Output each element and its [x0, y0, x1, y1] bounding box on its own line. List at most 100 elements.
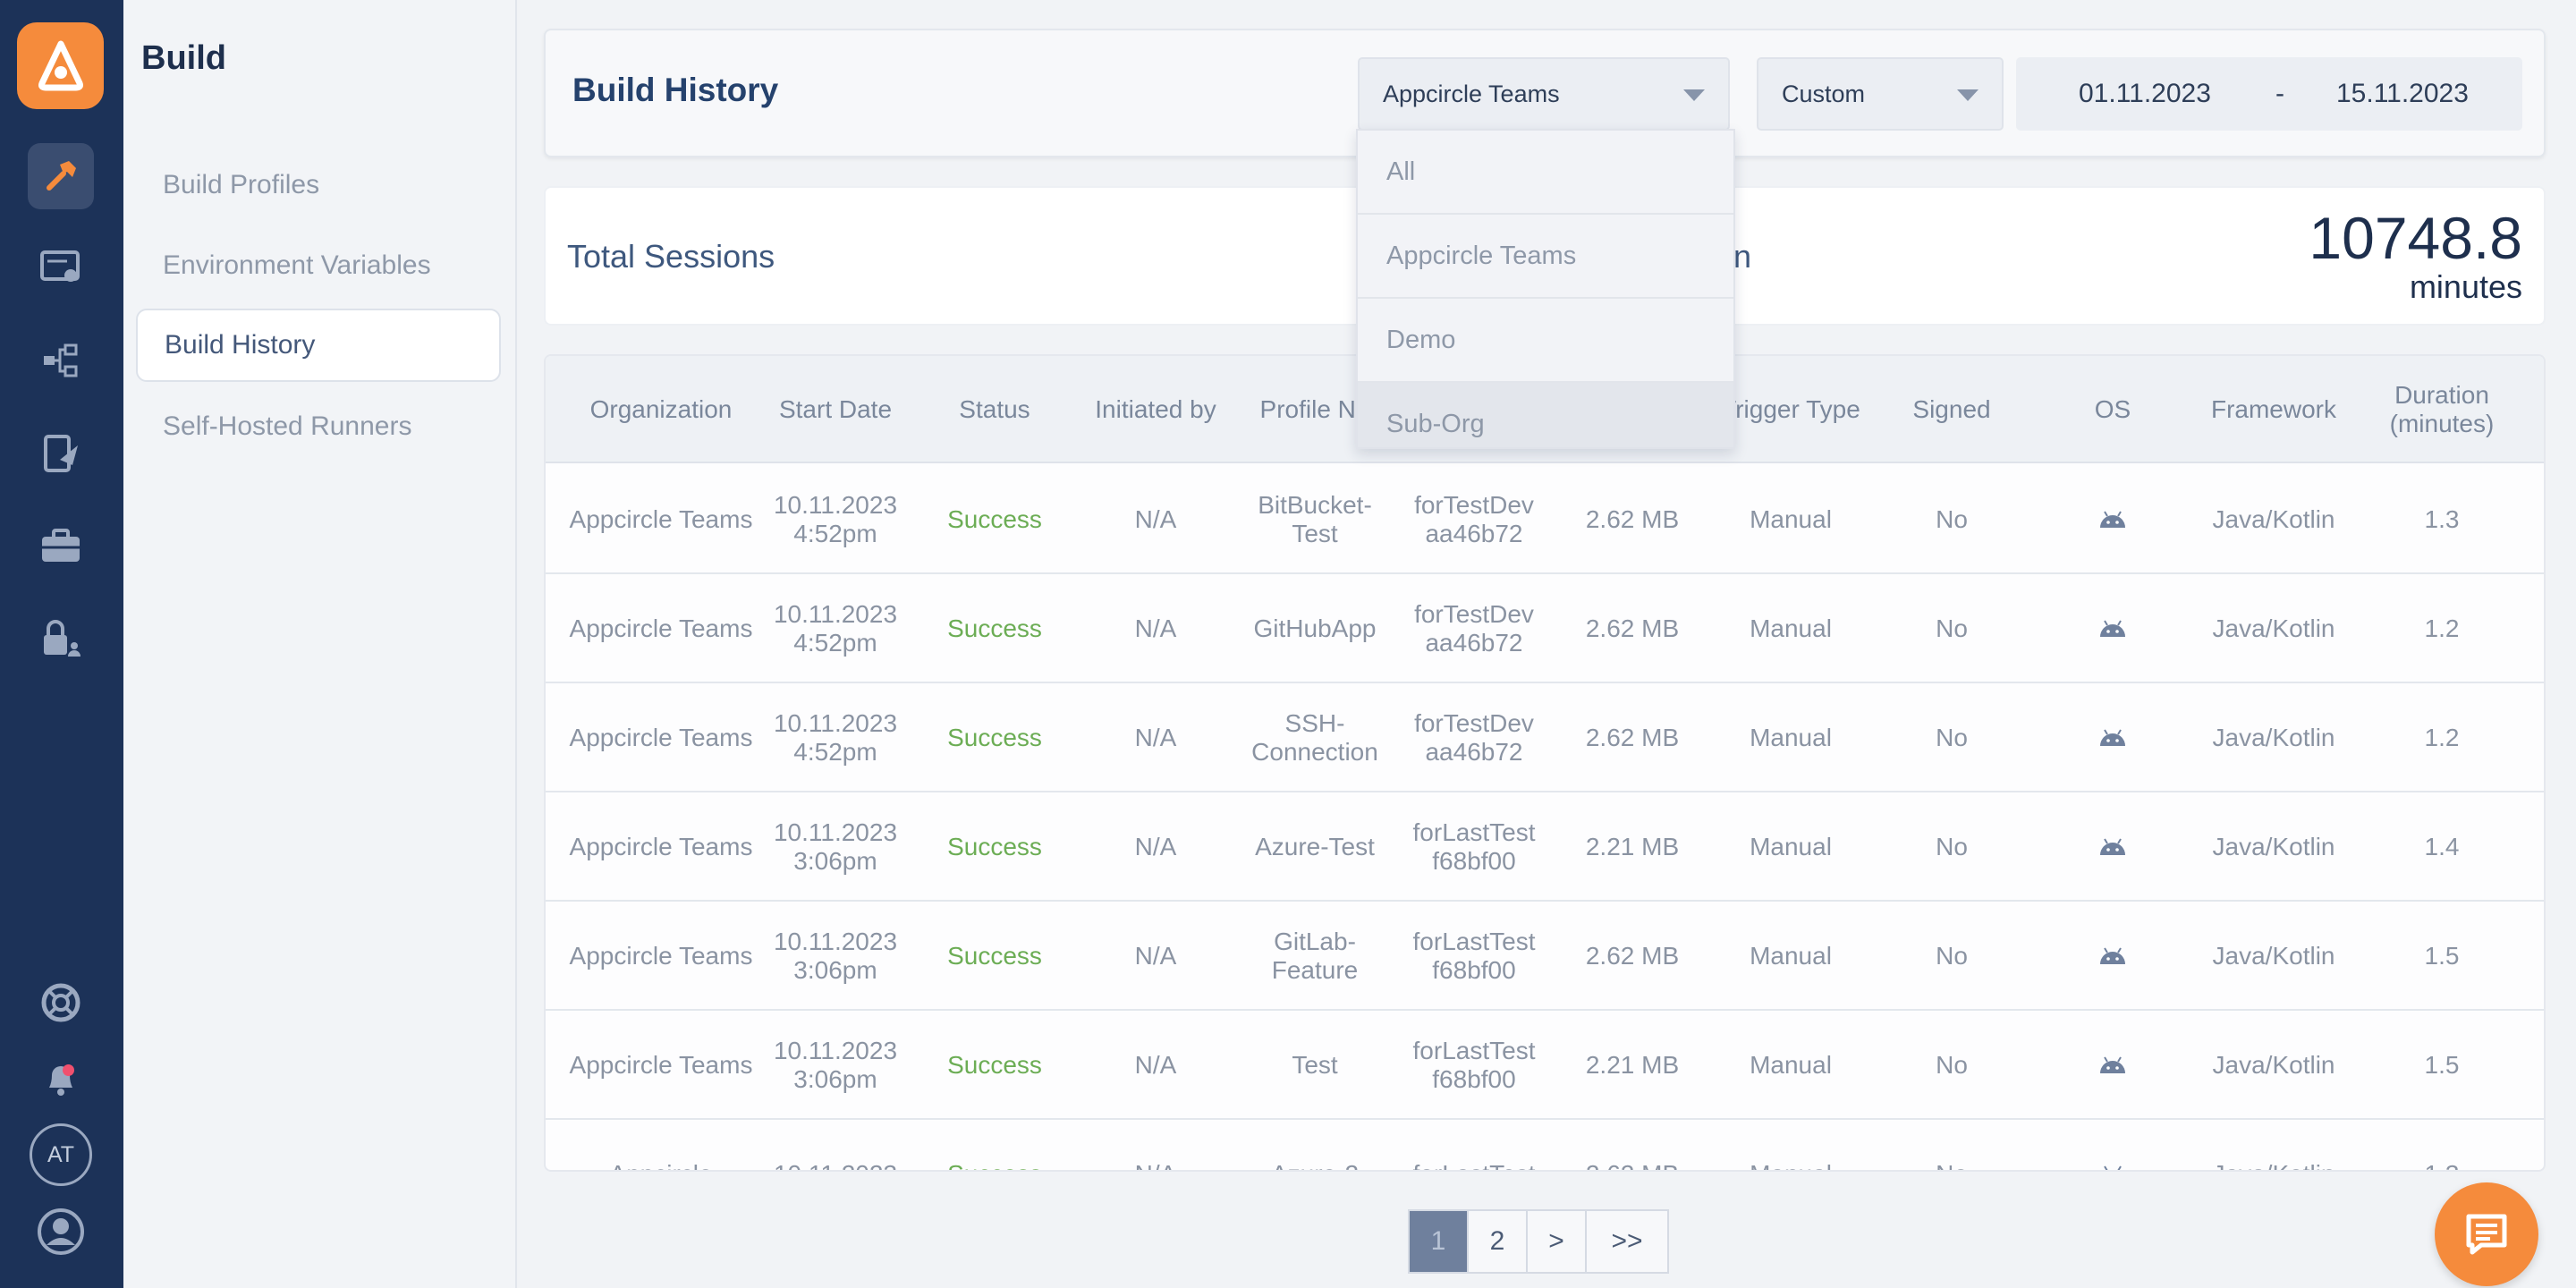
cell-trigger: Manual	[1750, 833, 1832, 860]
cell-duration: 1.2	[2424, 724, 2460, 751]
cell-initiated: N/A	[1134, 724, 1177, 751]
cell-duration: 1.5	[2424, 942, 2460, 970]
cell-org: Appcircle Teams	[569, 1051, 753, 1079]
dropdown-option-demo[interactable]: Demo	[1358, 299, 1733, 383]
cell-branch: forLastTest f68bf00	[1412, 818, 1536, 875]
cell-branch: forTestDev aa46b72	[1414, 600, 1534, 657]
date-from[interactable]: 01.11.2023	[2079, 79, 2211, 109]
cell-initiated: N/A	[1134, 833, 1177, 860]
page-1-button[interactable]: 1	[1408, 1209, 1469, 1274]
android-icon	[2032, 902, 2193, 1011]
distribution-icon[interactable]	[28, 327, 94, 394]
column-header[interactable]: Initiated by	[1075, 356, 1236, 463]
android-icon	[2032, 792, 2193, 902]
organization-select[interactable]: Appcircle Teams	[1358, 57, 1730, 131]
cell-duration: 1.5	[2424, 1051, 2460, 1079]
cell-framework: Java/Kotlin	[2193, 1120, 2354, 1170]
cell-trigger: Manual	[1750, 942, 1832, 970]
cell-status: Success	[914, 1120, 1075, 1170]
table-row[interactable]: Appcircle Teams 10.11.2023 4:52pm Success N…	[546, 683, 2544, 792]
table-row[interactable]: Appcircle Teams 10.11.2023 3:06pm Success N…	[546, 902, 2544, 1011]
cell-signed: No	[1936, 724, 1968, 751]
date-range-picker[interactable]: 01.11.2023 - 15.11.2023	[2016, 57, 2522, 131]
organization-select-value: Appcircle Teams	[1383, 80, 1560, 107]
user-initials-avatar[interactable]: AT	[30, 1123, 92, 1186]
sidebar-item-build-profiles[interactable]: Build Profiles	[136, 148, 501, 222]
cell-date: 10.11.2023 4:52pm	[773, 491, 898, 547]
table-row[interactable]: Appcircle Teams 10.11.2023 4:52pm Success N…	[546, 465, 2544, 574]
cell-size: 2.21 MB	[1585, 833, 1680, 860]
help-icon[interactable]	[28, 970, 94, 1036]
dropdown-option-all[interactable]: All	[1358, 131, 1733, 215]
cell-size: 2.21 MB	[1585, 1051, 1680, 1079]
cell-initiated: N/A	[1134, 942, 1177, 970]
cell-framework: Java/Kotlin	[2212, 942, 2335, 970]
lock-user-icon[interactable]	[28, 606, 94, 673]
chat-button[interactable]	[2435, 1182, 2538, 1286]
next-page-button[interactable]: >	[1526, 1209, 1587, 1274]
appcircle-logo[interactable]	[17, 22, 104, 109]
sidebar-item-environment-variables[interactable]: Environment Variables	[136, 229, 501, 302]
table-row[interactable]: Appcircle Teams 10.11.2023 4:52pm Success N…	[546, 574, 2544, 683]
table-row[interactable]: Appcircle Teams 10.11.2023 3:06pm Success N…	[546, 792, 2544, 902]
dropdown-option-appcircle-teams[interactable]: Appcircle Teams	[1358, 215, 1733, 299]
cell-status: Success	[947, 833, 1042, 860]
column-header[interactable]: Status	[914, 356, 1075, 463]
android-icon	[2032, 683, 2193, 792]
cell-date: 10.11.2023 4:52pm	[773, 600, 898, 657]
table-row[interactable]: Appcircle Teams 10.11.2023 3:06pm Success N…	[546, 1011, 2544, 1120]
cell-profile: GitLab-Feature	[1271, 928, 1359, 984]
column-header[interactable]: Duration (minutes)	[2354, 356, 2529, 463]
bell-icon[interactable]	[28, 1045, 94, 1111]
cell-trigger: Manual	[1750, 1051, 1832, 1079]
cell-branch: forTestDev aa46b72	[1414, 709, 1534, 766]
cell-initiated: N/A	[1134, 1051, 1177, 1079]
cell-framework: Java/Kotlin	[2212, 833, 2335, 860]
page-title: Build History	[572, 72, 779, 108]
android-icon	[2032, 574, 2193, 683]
chevron-down-icon	[1957, 89, 1979, 101]
cell-trigger: Manual	[1750, 505, 1832, 533]
table-row[interactable]: Appcircle10.11.2023SuccessN/AAzure-2forL…	[546, 1120, 2544, 1170]
date-range-select[interactable]: Custom	[1757, 57, 2004, 131]
cell-org: Appcircle Teams	[569, 833, 753, 860]
android-icon	[2032, 1120, 2193, 1170]
column-header[interactable]: Signed	[1871, 356, 2032, 463]
build-history-table: Organization Start Date Status Initiated by…	[544, 354, 2546, 1172]
sidebar-item-build-history[interactable]: Build History	[136, 309, 501, 382]
date-range-select-value: Custom	[1782, 80, 1866, 107]
briefcase-icon[interactable]	[28, 513, 94, 580]
cell-framework: Java/Kotlin	[2212, 614, 2335, 642]
cell-signed: No	[1936, 1051, 1968, 1079]
certificate-icon[interactable]	[28, 234, 94, 301]
user-avatar-icon[interactable]	[28, 1199, 94, 1265]
cell-framework: Java/Kotlin	[2212, 724, 2335, 751]
column-header[interactable]: Start Date	[757, 356, 914, 463]
cell-profile: SSH-Connection	[1251, 709, 1378, 766]
column-header[interactable]: Organization	[565, 356, 757, 463]
cell-date: 10.11.2023 3:06pm	[773, 928, 898, 984]
column-header[interactable]: OS	[2032, 356, 2193, 463]
app-rail: AT	[0, 0, 123, 1288]
cell-org: Appcircle Teams	[569, 614, 753, 642]
hammer-icon[interactable]	[28, 143, 94, 209]
dropdown-option-sub-org[interactable]: Sub-Org	[1358, 383, 1733, 447]
android-icon	[2032, 465, 2193, 574]
cell-profile: BitBucket-Test	[1258, 491, 1372, 547]
testing-icon[interactable]	[28, 420, 94, 487]
column-header[interactable]: Framework	[2193, 356, 2354, 463]
build-sidebar: Build Build Profiles Environment Variabl…	[123, 0, 517, 1288]
cell-date: 10.11.2023 4:52pm	[773, 709, 898, 766]
sidebar-item-self-hosted-runners[interactable]: Self-Hosted Runners	[136, 390, 501, 463]
cell-org: Appcircle	[565, 1120, 757, 1170]
cell-status: Success	[947, 614, 1042, 642]
last-page-button[interactable]: >>	[1585, 1209, 1669, 1274]
chevron-down-icon	[1683, 89, 1705, 101]
cell-profile: Azure-2	[1236, 1120, 1394, 1170]
page-2-button[interactable]: 2	[1467, 1209, 1528, 1274]
date-to[interactable]: 15.11.2023	[2336, 79, 2469, 109]
android-icon	[2032, 1011, 2193, 1120]
cell-signed: No	[1936, 833, 1968, 860]
cell-signed: No	[1936, 614, 1968, 642]
chat-icon	[2466, 1214, 2507, 1255]
